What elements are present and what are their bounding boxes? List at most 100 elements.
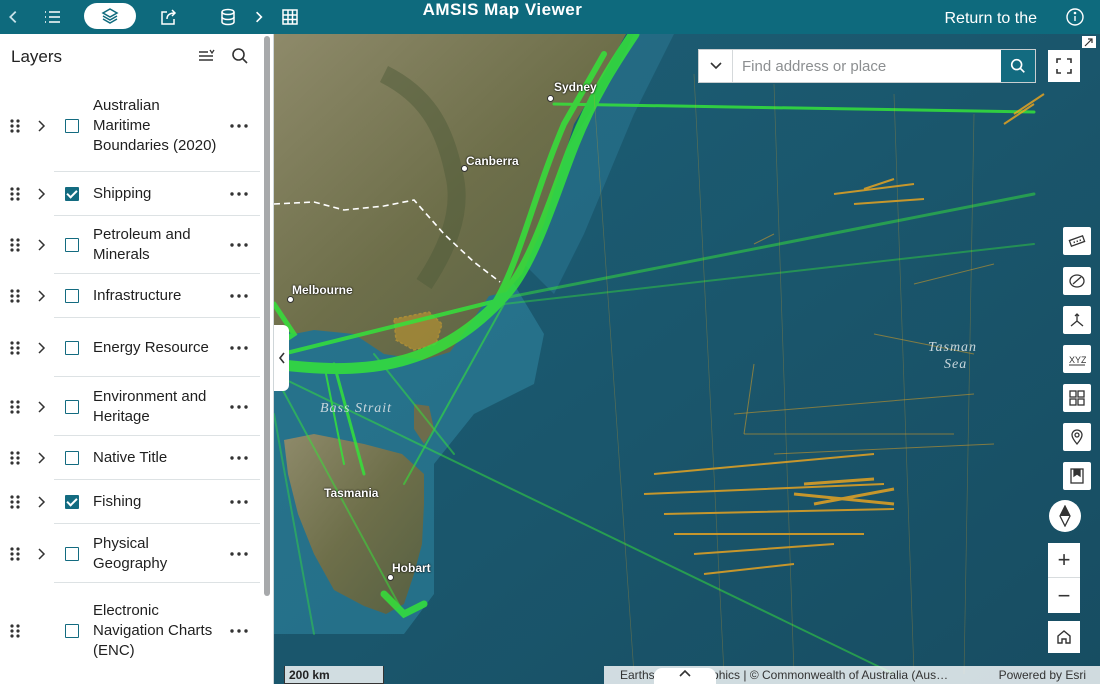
layer-checkbox[interactable] bbox=[65, 546, 79, 561]
drag-handle-icon[interactable] bbox=[8, 340, 22, 356]
expand-chevron-icon[interactable] bbox=[34, 547, 48, 561]
basemap-gallery-button[interactable] bbox=[1063, 384, 1091, 412]
layer-label: Infrastructure bbox=[93, 287, 182, 304]
locate-button[interactable] bbox=[1063, 423, 1091, 451]
drag-handle-icon[interactable] bbox=[8, 623, 22, 639]
chevron-up-icon bbox=[679, 669, 691, 677]
layer-label: Petroleum and Minerals bbox=[93, 226, 191, 263]
more-options-icon[interactable] bbox=[228, 293, 250, 299]
attribution-toggle[interactable] bbox=[654, 668, 716, 684]
layer-row[interactable]: Native Title bbox=[0, 436, 264, 480]
layer-checkbox[interactable] bbox=[65, 119, 79, 133]
sea-label-bass-strait: Bass Strait bbox=[320, 401, 393, 416]
place-label-tasmania: Tasmania bbox=[324, 486, 379, 500]
expand-chevron-icon[interactable] bbox=[34, 187, 48, 201]
layer-row[interactable]: Shipping bbox=[0, 172, 264, 216]
layer-row[interactable]: Infrastructure bbox=[0, 274, 264, 318]
more-options-icon[interactable] bbox=[228, 191, 250, 197]
layer-checkbox[interactable] bbox=[65, 187, 79, 201]
drag-handle-icon[interactable] bbox=[8, 494, 22, 510]
layer-label: Electronic Navigation Charts (ENC) bbox=[93, 602, 213, 659]
expand-chevron-icon[interactable] bbox=[34, 400, 48, 414]
zoom-control: + − bbox=[1048, 543, 1080, 613]
popout-icon[interactable] bbox=[1082, 36, 1096, 48]
layer-checkbox[interactable] bbox=[65, 495, 79, 509]
expand-chevron-icon[interactable] bbox=[34, 451, 48, 465]
coordinate-button[interactable] bbox=[1063, 306, 1091, 334]
fullscreen-button[interactable] bbox=[1048, 50, 1080, 82]
layers-scrollbar[interactable] bbox=[264, 36, 270, 596]
collapse-panel-button[interactable] bbox=[274, 325, 289, 391]
layer-row[interactable]: Petroleum and Minerals bbox=[0, 216, 264, 274]
zoom-in-button[interactable]: + bbox=[1048, 543, 1080, 578]
drag-handle-icon[interactable] bbox=[8, 237, 22, 253]
drag-handle-icon[interactable] bbox=[8, 118, 22, 134]
place-label-hobart: Hobart bbox=[392, 561, 431, 575]
measure-button[interactable] bbox=[1063, 227, 1091, 255]
layers-panel: Layers Australian Maritime Boundaries (2… bbox=[0, 34, 274, 684]
search-icon[interactable] bbox=[228, 44, 252, 68]
map-basemap bbox=[274, 34, 1100, 684]
info-icon[interactable] bbox=[1064, 6, 1086, 28]
layer-checkbox[interactable] bbox=[65, 399, 79, 414]
layer-checkbox[interactable] bbox=[65, 289, 79, 303]
svg-text:XYZ: XYZ bbox=[1069, 355, 1086, 365]
layer-row[interactable]: Energy Resource bbox=[0, 318, 264, 377]
scale-bar: 200 km bbox=[284, 666, 384, 684]
powered-by-text[interactable]: Powered by Esri bbox=[999, 666, 1086, 684]
layer-list: Australian Maritime Boundaries (2020) Sh… bbox=[0, 80, 264, 679]
more-options-icon[interactable] bbox=[228, 551, 250, 557]
more-options-icon[interactable] bbox=[228, 123, 250, 129]
layer-row[interactable]: Electronic Navigation Charts (ENC) bbox=[0, 583, 264, 679]
layer-checkbox[interactable] bbox=[65, 451, 79, 465]
filter-list-icon[interactable] bbox=[194, 44, 218, 68]
more-options-icon[interactable] bbox=[228, 345, 250, 351]
layer-checkbox[interactable] bbox=[65, 340, 79, 355]
drag-handle-icon[interactable] bbox=[8, 288, 22, 304]
top-bar: AMSIS Map Viewer Return to the bbox=[0, 0, 1100, 34]
drag-handle-icon[interactable] bbox=[8, 399, 22, 415]
chevron-down-icon bbox=[709, 62, 722, 70]
layer-row[interactable]: Environment and Heritage bbox=[0, 377, 264, 436]
more-options-icon[interactable] bbox=[228, 242, 250, 248]
app-window: AMSIS Map Viewer Return to the Layers Au… bbox=[0, 0, 1100, 684]
expand-chevron-icon[interactable] bbox=[34, 238, 48, 252]
more-options-icon[interactable] bbox=[228, 499, 250, 505]
layer-label: Fishing bbox=[93, 493, 142, 510]
map-view[interactable]: Sydney Canberra Melbourne Tasmania Hobar… bbox=[274, 34, 1100, 684]
layer-label: Native Title bbox=[93, 449, 168, 466]
search-input[interactable] bbox=[733, 50, 1001, 82]
layers-panel-header: Layers bbox=[0, 34, 270, 80]
drag-handle-icon[interactable] bbox=[8, 450, 22, 466]
more-options-icon[interactable] bbox=[228, 455, 250, 461]
expand-chevron-icon[interactable] bbox=[34, 119, 48, 133]
axes-icon bbox=[1070, 313, 1084, 327]
layer-checkbox[interactable] bbox=[65, 238, 79, 252]
bookmark-button[interactable] bbox=[1063, 462, 1091, 490]
layer-row[interactable]: Fishing bbox=[0, 480, 264, 524]
compass-button[interactable] bbox=[1049, 500, 1081, 532]
layer-checkbox[interactable] bbox=[65, 624, 79, 638]
more-options-icon[interactable] bbox=[228, 628, 250, 634]
layer-row[interactable]: Australian Maritime Boundaries (2020) bbox=[0, 80, 264, 172]
expand-chevron-icon[interactable] bbox=[34, 289, 48, 303]
home-button[interactable] bbox=[1048, 621, 1080, 653]
search-button[interactable] bbox=[1001, 50, 1035, 82]
zoom-out-button[interactable]: − bbox=[1048, 578, 1080, 613]
layer-row[interactable]: Physical Geography bbox=[0, 524, 264, 583]
more-options-icon[interactable] bbox=[228, 404, 250, 410]
expand-chevron-icon[interactable] bbox=[34, 341, 48, 355]
sketch-button[interactable] bbox=[1063, 267, 1091, 295]
place-label-sydney: Sydney bbox=[554, 80, 597, 94]
place-label-melbourne: Melbourne bbox=[292, 283, 353, 297]
fullscreen-icon bbox=[1056, 58, 1072, 74]
xyz-button[interactable]: XYZ bbox=[1063, 345, 1091, 373]
return-link[interactable]: Return to the bbox=[945, 10, 1038, 28]
drag-handle-icon[interactable] bbox=[8, 186, 22, 202]
place-marker bbox=[287, 296, 294, 303]
expand-chevron-icon[interactable] bbox=[34, 495, 48, 509]
layer-label: Physical Geography bbox=[93, 534, 168, 572]
layer-label: Environment and Heritage bbox=[93, 387, 207, 425]
search-source-dropdown[interactable] bbox=[699, 50, 733, 82]
drag-handle-icon[interactable] bbox=[8, 546, 22, 562]
